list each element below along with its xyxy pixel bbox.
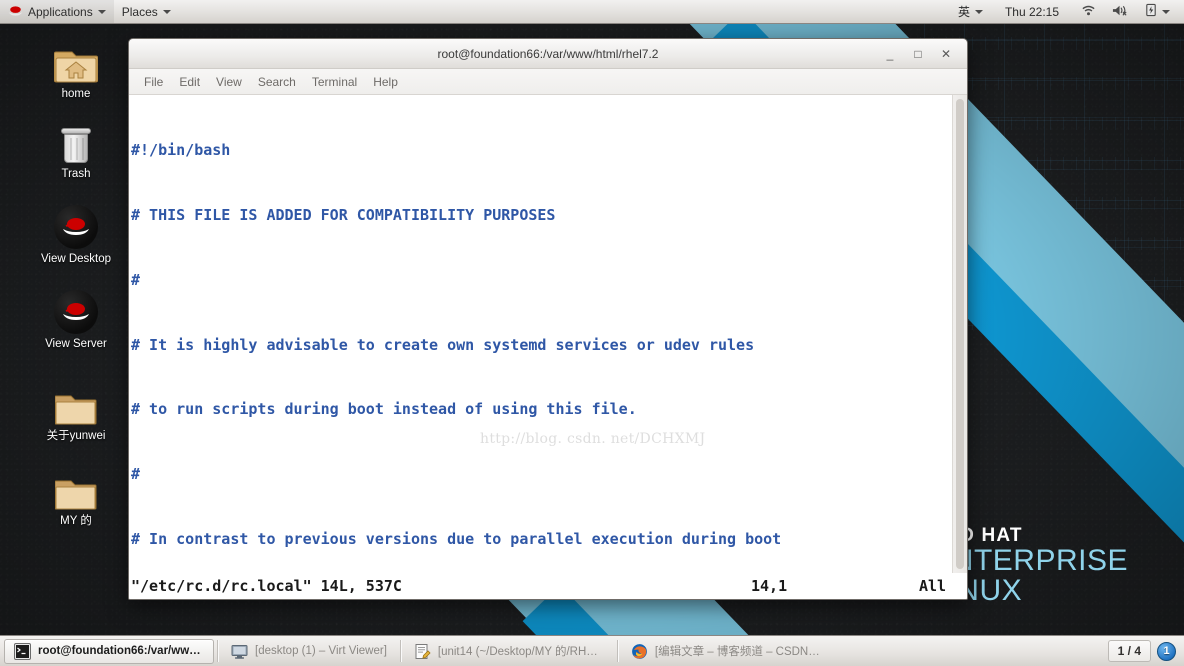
- battery-icon: [1145, 3, 1157, 20]
- vim-status-file: "/etc/rc.d/rc.local" 14L, 537C: [131, 577, 402, 595]
- monitor-icon: [231, 643, 248, 660]
- terminal-scrollbar[interactable]: [952, 95, 967, 573]
- firefox-icon: [631, 643, 648, 660]
- vim-line: # to run scripts during boot instead of …: [131, 400, 637, 419]
- workspace-switcher[interactable]: 1 / 4 1: [1107, 640, 1180, 662]
- chevron-down-icon: [97, 9, 106, 14]
- workspace-count-label[interactable]: 1 / 4: [1107, 640, 1151, 662]
- menu-search[interactable]: Search: [251, 72, 303, 92]
- terminal-titlebar[interactable]: root@foundation66:/var/www/html/rhel7.2 …: [129, 39, 967, 69]
- top-panel: Applications Places 英 Thu 22:15: [0, 0, 1184, 24]
- vim-line: # In contrast to previous versions due t…: [131, 529, 782, 548]
- terminal-menubar: File Edit View Search Terminal Help: [129, 69, 967, 95]
- chevron-down-icon: [162, 9, 171, 14]
- taskbar: root@foundation66:/var/www/ht... [deskto…: [0, 635, 1184, 666]
- desktop-icon-home[interactable]: home: [30, 38, 122, 102]
- menu-edit[interactable]: Edit: [172, 72, 207, 92]
- workspace-badge[interactable]: 1: [1157, 641, 1176, 661]
- chevron-down-icon: [974, 9, 983, 14]
- folder-icon: [30, 380, 122, 426]
- taskbar-item-label: [desktop (1) – Virt Viewer]: [255, 645, 387, 657]
- vim-status-line: "/etc/rc.d/rc.local" 14L, 537C 14,1 All: [129, 573, 967, 599]
- trash-icon: [30, 118, 122, 164]
- input-method-indicator[interactable]: 英: [950, 0, 991, 23]
- vim-line: #!/bin/bash: [131, 141, 231, 160]
- taskbar-item-label: [unit14 (~/Desktop/MY 的/RH12...: [437, 646, 604, 658]
- menu-view[interactable]: View: [209, 72, 249, 92]
- desktop-icon-label: View Desktop: [40, 253, 112, 265]
- desktop-icon-label: 关于yunwei: [46, 430, 106, 442]
- minimize-button[interactable]: _: [877, 43, 903, 65]
- taskbar-item-editor[interactable]: [unit14 (~/Desktop/MY 的/RH12...: [404, 639, 614, 664]
- taskbar-separator: [399, 640, 401, 662]
- taskbar-separator: [616, 640, 618, 662]
- scrollbar-thumb[interactable]: [956, 99, 964, 569]
- terminal-body: #!/bin/bash # THIS FILE IS ADDED FOR COM…: [129, 95, 967, 573]
- desktop-icon-view-server[interactable]: View Server: [30, 288, 122, 352]
- applications-menu[interactable]: Applications: [0, 0, 114, 23]
- terminal-window[interactable]: root@foundation66:/var/www/html/rhel7.2 …: [128, 38, 968, 600]
- wifi-icon: [1081, 4, 1096, 20]
- desktop-icon-label: View Server: [45, 338, 107, 350]
- desktop-icon-view-desktop[interactable]: View Desktop: [30, 203, 122, 267]
- volume-muted-icon: [1112, 4, 1129, 20]
- menu-file[interactable]: File: [137, 72, 170, 92]
- clock[interactable]: Thu 22:15: [991, 0, 1073, 23]
- wifi-indicator[interactable]: [1073, 0, 1104, 23]
- taskbar-item-firefox[interactable]: [编辑文章 – 博客频道 – CSDN.NE...: [621, 639, 831, 664]
- desktop-icon-my-de[interactable]: MY 的: [30, 465, 122, 529]
- taskbar-item-label: [编辑文章 – 博客频道 – CSDN.NE...: [654, 646, 821, 658]
- applications-menu-label: Applications: [28, 4, 93, 19]
- taskbar-item-label: root@foundation66:/var/www/ht...: [38, 645, 204, 657]
- vim-line: # THIS FILE IS ADDED FOR COMPATIBILITY P…: [131, 205, 556, 224]
- vim-status-position: 14,1: [751, 577, 788, 595]
- terminal-title: root@foundation66:/var/www/html/rhel7.2: [437, 46, 659, 61]
- close-button[interactable]: ✕: [933, 43, 959, 65]
- redhat-disc-icon: [30, 288, 122, 334]
- taskbar-separator: [217, 640, 218, 662]
- redhat-disc-icon: [30, 203, 122, 249]
- terminal-icon: [14, 642, 31, 660]
- maximize-button[interactable]: □: [905, 43, 931, 65]
- chevron-down-icon: [1162, 9, 1170, 14]
- editor-icon: [414, 643, 431, 660]
- vim-line: #: [131, 465, 141, 484]
- volume-indicator[interactable]: [1104, 0, 1137, 23]
- vim-line: #: [131, 270, 141, 289]
- folder-icon: [30, 465, 122, 511]
- csdn-watermark: http://blog. csdn. net/DCHXMJ: [480, 431, 706, 447]
- input-method-label: 英: [957, 5, 970, 19]
- terminal-screen[interactable]: #!/bin/bash # THIS FILE IS ADDED FOR COM…: [129, 95, 952, 573]
- desktop-icon-trash[interactable]: Trash: [30, 118, 122, 182]
- desktop-icon-label: Trash: [61, 168, 91, 180]
- taskbar-item-virt-viewer[interactable]: [desktop (1) – Virt Viewer]: [221, 639, 397, 664]
- vim-status-view: All: [919, 577, 947, 595]
- home-folder-icon: [30, 38, 122, 84]
- desktop-icon-label: MY 的: [60, 515, 92, 527]
- taskbar-item-terminal[interactable]: root@foundation66:/var/www/ht...: [4, 638, 214, 664]
- desktop-icon-guanyu-yunwei[interactable]: 关于yunwei: [30, 380, 122, 444]
- battery-indicator[interactable]: [1137, 0, 1178, 23]
- clock-label: Thu 22:15: [1004, 4, 1059, 19]
- places-menu-label: Places: [121, 4, 158, 19]
- redhat-logo-icon: [8, 5, 23, 18]
- vim-line: # It is highly advisable to create own s…: [131, 335, 755, 354]
- places-menu[interactable]: Places: [114, 0, 179, 23]
- menu-help[interactable]: Help: [366, 72, 405, 92]
- menu-terminal[interactable]: Terminal: [305, 72, 364, 92]
